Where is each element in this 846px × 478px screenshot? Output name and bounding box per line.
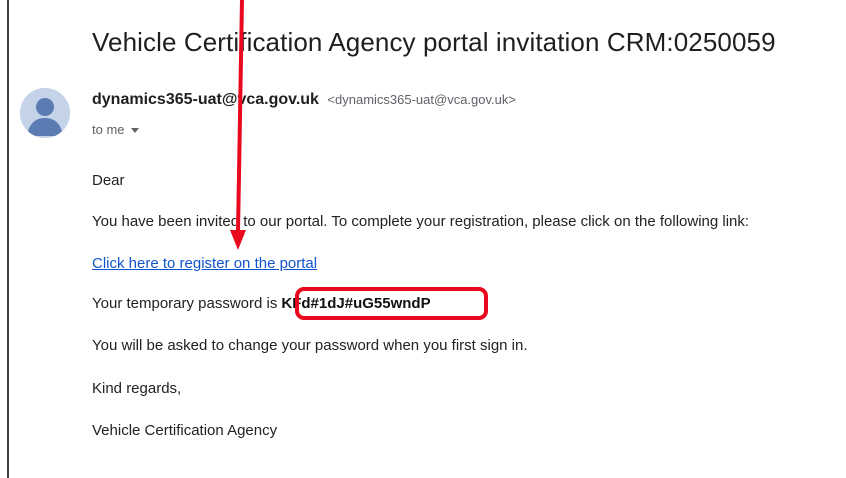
sender-name[interactable]: dynamics365-uat@vca.gov.uk: [92, 91, 319, 108]
person-icon: [20, 88, 70, 138]
password-highlight-box: [295, 287, 488, 320]
signature: Vehicle Certification Agency: [92, 422, 278, 439]
recipient-label: to me: [92, 122, 125, 137]
pane-divider: [7, 0, 9, 478]
recipient-details-toggle[interactable]: to me: [92, 122, 139, 137]
register-link-line: Click here to register on the portal: [92, 255, 317, 272]
arrow-head: [230, 230, 246, 250]
email-view: Vehicle Certification Agency portal invi…: [0, 0, 846, 478]
sender-email: <dynamics365-uat@vca.gov.uk>: [327, 92, 516, 107]
password-label: Your temporary password is: [92, 295, 278, 312]
closing: Kind regards,: [92, 380, 182, 397]
change-password-notice: You will be asked to change your passwor…: [92, 337, 528, 354]
greeting: Dear: [92, 172, 125, 189]
chevron-down-icon[interactable]: [130, 127, 139, 133]
sender-avatar[interactable]: [20, 88, 70, 138]
intro-text: You have been invited to our portal. To …: [92, 213, 750, 230]
sender-line: dynamics365-uat@vca.gov.uk <dynamics365-…: [92, 91, 516, 109]
register-link[interactable]: Click here to register on the portal: [92, 255, 317, 272]
email-subject: Vehicle Certification Agency portal invi…: [92, 27, 776, 57]
annotation-arrow: [230, 0, 246, 250]
